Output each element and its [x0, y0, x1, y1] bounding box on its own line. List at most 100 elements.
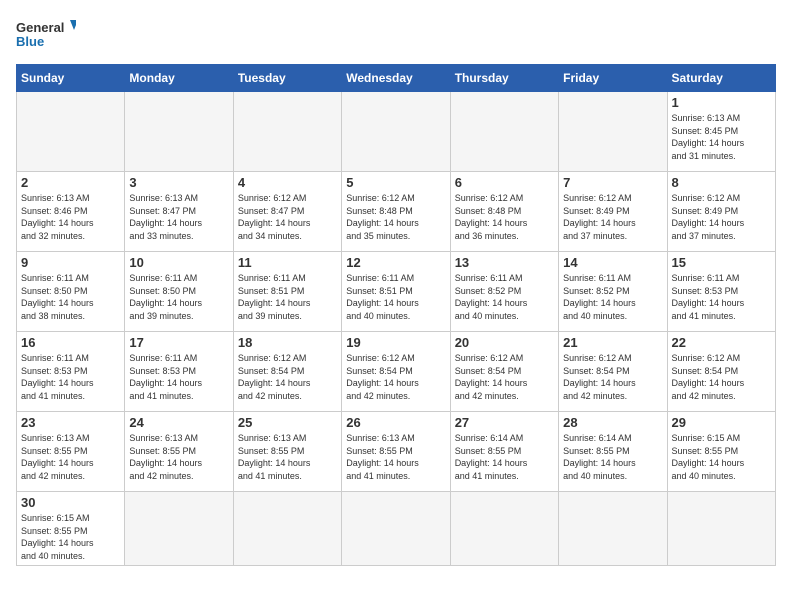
day-number: 25: [238, 415, 337, 430]
day-info: Sunrise: 6:12 AM Sunset: 8:54 PM Dayligh…: [238, 352, 337, 402]
day-info: Sunrise: 6:15 AM Sunset: 8:55 PM Dayligh…: [21, 512, 120, 562]
calendar-week-row: 1 Sunrise: 6:13 AM Sunset: 8:45 PM Daylig…: [17, 92, 776, 172]
svg-text:General: General: [16, 20, 64, 35]
calendar-cell: 15 Sunrise: 6:11 AM Sunset: 8:53 PM Dayli…: [667, 252, 775, 332]
day-info: Sunrise: 6:11 AM Sunset: 8:52 PM Dayligh…: [455, 272, 554, 322]
day-info: Sunrise: 6:11 AM Sunset: 8:51 PM Dayligh…: [346, 272, 445, 322]
day-number: 29: [672, 415, 771, 430]
calendar-cell: [559, 92, 667, 172]
day-number: 27: [455, 415, 554, 430]
day-info: Sunrise: 6:14 AM Sunset: 8:55 PM Dayligh…: [563, 432, 662, 482]
day-number: 16: [21, 335, 120, 350]
day-number: 19: [346, 335, 445, 350]
logo: General Blue: [16, 16, 76, 52]
generalblue-logo-icon: General Blue: [16, 16, 76, 52]
svg-text:Blue: Blue: [16, 34, 44, 49]
day-number: 1: [672, 95, 771, 110]
day-info: Sunrise: 6:13 AM Sunset: 8:45 PM Dayligh…: [672, 112, 771, 162]
calendar-header-row: SundayMondayTuesdayWednesdayThursdayFrid…: [17, 65, 776, 92]
day-info: Sunrise: 6:11 AM Sunset: 8:53 PM Dayligh…: [672, 272, 771, 322]
calendar-cell: [342, 492, 450, 566]
day-info: Sunrise: 6:13 AM Sunset: 8:55 PM Dayligh…: [129, 432, 228, 482]
day-number: 14: [563, 255, 662, 270]
day-info: Sunrise: 6:13 AM Sunset: 8:47 PM Dayligh…: [129, 192, 228, 242]
day-info: Sunrise: 6:15 AM Sunset: 8:55 PM Dayligh…: [672, 432, 771, 482]
calendar-cell: [233, 492, 341, 566]
day-number: 6: [455, 175, 554, 190]
calendar-cell: 18 Sunrise: 6:12 AM Sunset: 8:54 PM Dayli…: [233, 332, 341, 412]
calendar-cell: 28 Sunrise: 6:14 AM Sunset: 8:55 PM Dayli…: [559, 412, 667, 492]
day-header-tuesday: Tuesday: [233, 65, 341, 92]
calendar-cell: 4Sunrise: 6:12 AM Sunset: 8:47 PM Daylig…: [233, 172, 341, 252]
calendar-cell: 8Sunrise: 6:12 AM Sunset: 8:49 PM Daylig…: [667, 172, 775, 252]
calendar-cell: [233, 92, 341, 172]
calendar-week-row: 16 Sunrise: 6:11 AM Sunset: 8:53 PM Dayli…: [17, 332, 776, 412]
calendar-cell: 12 Sunrise: 6:11 AM Sunset: 8:51 PM Dayli…: [342, 252, 450, 332]
day-number: 18: [238, 335, 337, 350]
calendar-cell: [342, 92, 450, 172]
day-info: Sunrise: 6:13 AM Sunset: 8:46 PM Dayligh…: [21, 192, 120, 242]
calendar-cell: 13 Sunrise: 6:11 AM Sunset: 8:52 PM Dayli…: [450, 252, 558, 332]
calendar-week-row: 23Sunrise: 6:13 AM Sunset: 8:55 PM Dayli…: [17, 412, 776, 492]
day-header-sunday: Sunday: [17, 65, 125, 92]
header: General Blue: [16, 16, 776, 52]
calendar-cell: 6 Sunrise: 6:12 AM Sunset: 8:48 PM Daylig…: [450, 172, 558, 252]
calendar-cell: 10Sunrise: 6:11 AM Sunset: 8:50 PM Dayli…: [125, 252, 233, 332]
day-info: Sunrise: 6:12 AM Sunset: 8:54 PM Dayligh…: [563, 352, 662, 402]
calendar-cell: 22 Sunrise: 6:12 AM Sunset: 8:54 PM Dayli…: [667, 332, 775, 412]
calendar-week-row: 9 Sunrise: 6:11 AM Sunset: 8:50 PM Daylig…: [17, 252, 776, 332]
day-number: 10: [129, 255, 228, 270]
calendar-cell: 27Sunrise: 6:14 AM Sunset: 8:55 PM Dayli…: [450, 412, 558, 492]
calendar-week-row: 30 Sunrise: 6:15 AM Sunset: 8:55 PM Dayli…: [17, 492, 776, 566]
calendar-cell: 9 Sunrise: 6:11 AM Sunset: 8:50 PM Daylig…: [17, 252, 125, 332]
day-header-monday: Monday: [125, 65, 233, 92]
calendar-cell: [125, 492, 233, 566]
day-info: Sunrise: 6:12 AM Sunset: 8:49 PM Dayligh…: [672, 192, 771, 242]
day-info: Sunrise: 6:12 AM Sunset: 8:54 PM Dayligh…: [346, 352, 445, 402]
day-header-friday: Friday: [559, 65, 667, 92]
day-info: Sunrise: 6:12 AM Sunset: 8:48 PM Dayligh…: [455, 192, 554, 242]
day-number: 9: [21, 255, 120, 270]
day-info: Sunrise: 6:13 AM Sunset: 8:55 PM Dayligh…: [346, 432, 445, 482]
day-number: 7: [563, 175, 662, 190]
day-info: Sunrise: 6:13 AM Sunset: 8:55 PM Dayligh…: [21, 432, 120, 482]
day-number: 3: [129, 175, 228, 190]
calendar-cell: 23Sunrise: 6:13 AM Sunset: 8:55 PM Dayli…: [17, 412, 125, 492]
day-number: 20: [455, 335, 554, 350]
day-number: 22: [672, 335, 771, 350]
day-number: 12: [346, 255, 445, 270]
calendar-cell: 25 Sunrise: 6:13 AM Sunset: 8:55 PM Dayli…: [233, 412, 341, 492]
day-header-wednesday: Wednesday: [342, 65, 450, 92]
calendar-cell: 16 Sunrise: 6:11 AM Sunset: 8:53 PM Dayli…: [17, 332, 125, 412]
day-number: 13: [455, 255, 554, 270]
day-number: 15: [672, 255, 771, 270]
calendar-cell: 2 Sunrise: 6:13 AM Sunset: 8:46 PM Daylig…: [17, 172, 125, 252]
day-number: 28: [563, 415, 662, 430]
calendar-table: SundayMondayTuesdayWednesdayThursdayFrid…: [16, 64, 776, 566]
calendar-cell: 19 Sunrise: 6:12 AM Sunset: 8:54 PM Dayli…: [342, 332, 450, 412]
calendar-week-row: 2 Sunrise: 6:13 AM Sunset: 8:46 PM Daylig…: [17, 172, 776, 252]
day-info: Sunrise: 6:11 AM Sunset: 8:53 PM Dayligh…: [21, 352, 120, 402]
calendar-cell: 21 Sunrise: 6:12 AM Sunset: 8:54 PM Dayli…: [559, 332, 667, 412]
calendar-cell: 17 Sunrise: 6:11 AM Sunset: 8:53 PM Dayli…: [125, 332, 233, 412]
day-number: 17: [129, 335, 228, 350]
day-info: Sunrise: 6:11 AM Sunset: 8:53 PM Dayligh…: [129, 352, 228, 402]
calendar-cell: 1 Sunrise: 6:13 AM Sunset: 8:45 PM Daylig…: [667, 92, 775, 172]
calendar-cell: 24Sunrise: 6:13 AM Sunset: 8:55 PM Dayli…: [125, 412, 233, 492]
calendar-cell: [667, 492, 775, 566]
day-info: Sunrise: 6:13 AM Sunset: 8:55 PM Dayligh…: [238, 432, 337, 482]
day-info: Sunrise: 6:12 AM Sunset: 8:54 PM Dayligh…: [672, 352, 771, 402]
day-number: 30: [21, 495, 120, 510]
calendar-cell: [559, 492, 667, 566]
calendar-cell: 14 Sunrise: 6:11 AM Sunset: 8:52 PM Dayli…: [559, 252, 667, 332]
day-number: 21: [563, 335, 662, 350]
calendar-cell: 5Sunrise: 6:12 AM Sunset: 8:48 PM Daylig…: [342, 172, 450, 252]
day-header-thursday: Thursday: [450, 65, 558, 92]
day-info: Sunrise: 6:11 AM Sunset: 8:52 PM Dayligh…: [563, 272, 662, 322]
day-info: Sunrise: 6:11 AM Sunset: 8:50 PM Dayligh…: [21, 272, 120, 322]
day-number: 2: [21, 175, 120, 190]
day-number: 4: [238, 175, 337, 190]
day-number: 11: [238, 255, 337, 270]
calendar-cell: [125, 92, 233, 172]
day-info: Sunrise: 6:11 AM Sunset: 8:51 PM Dayligh…: [238, 272, 337, 322]
